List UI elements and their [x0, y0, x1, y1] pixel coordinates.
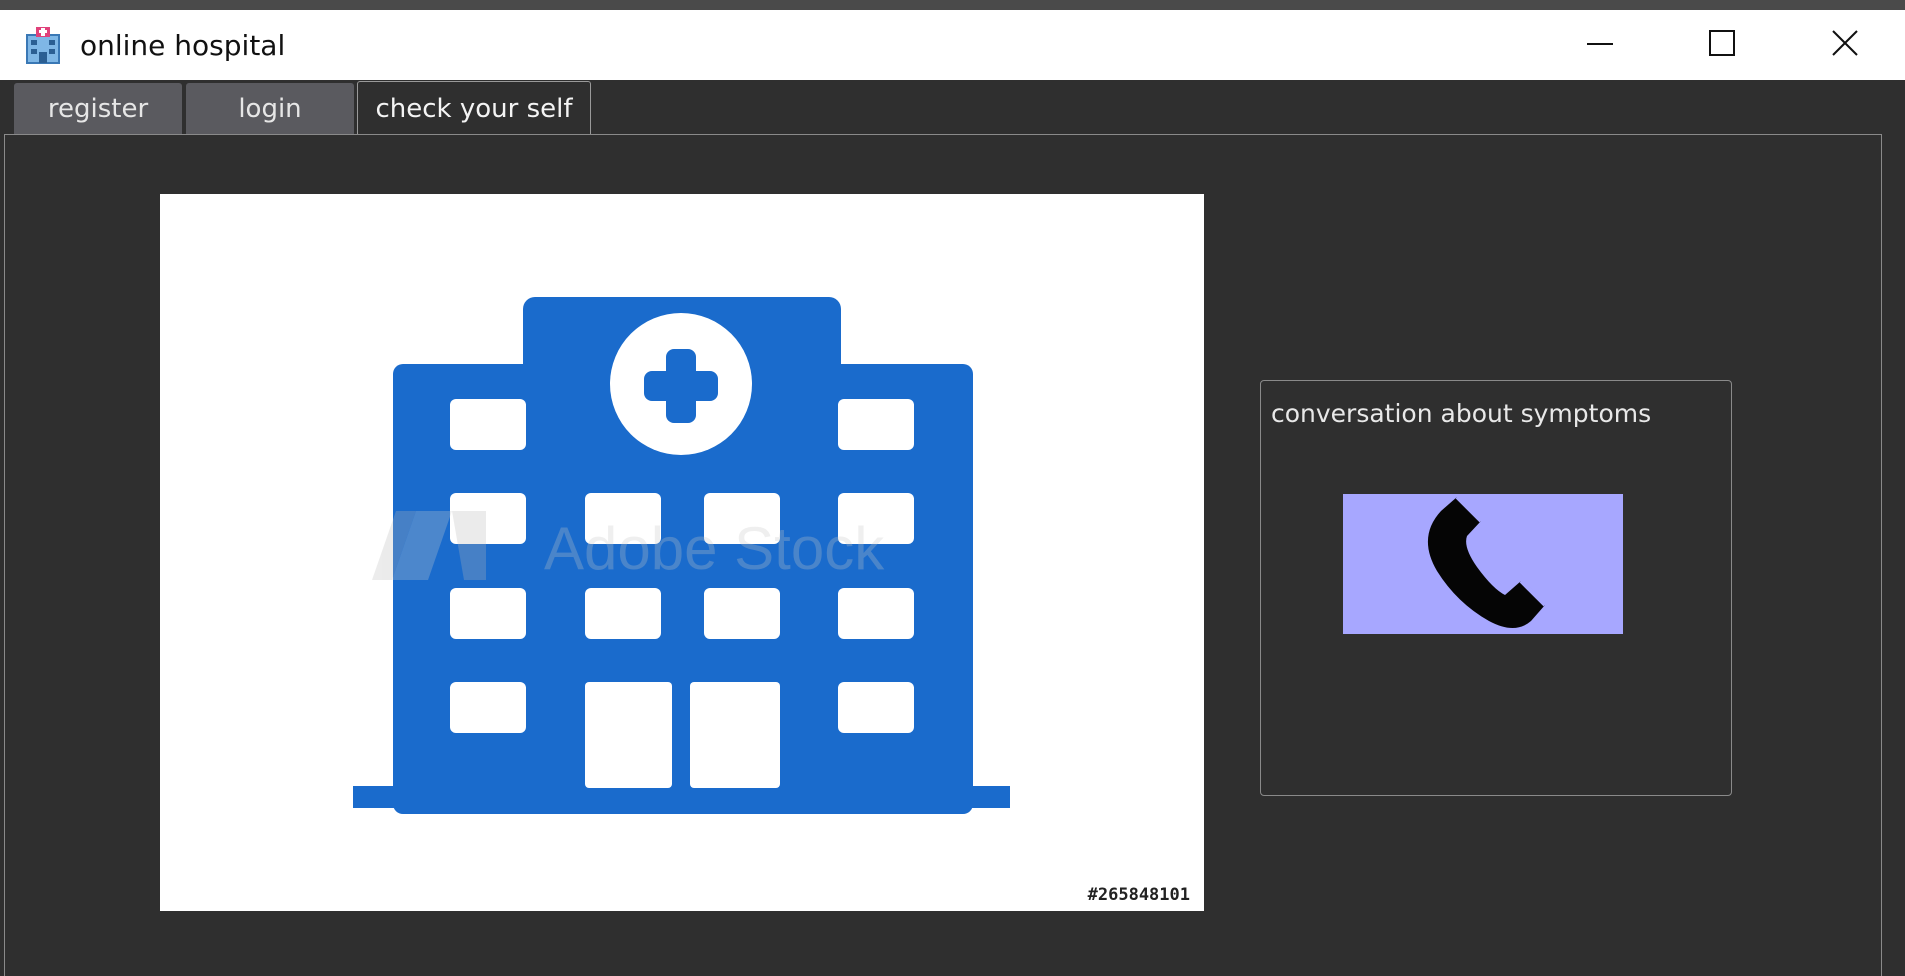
hospital-building-icon: Adobe Stock [353, 297, 1010, 814]
hospital-image: Adobe Stock #265848101 [160, 194, 1204, 911]
title-bar[interactable]: online hospital [0, 10, 1905, 81]
minimize-icon [1585, 28, 1615, 62]
window-top-border [0, 0, 1905, 10]
minimize-button[interactable] [1540, 10, 1660, 80]
close-button[interactable] [1785, 10, 1905, 80]
tab-check-your-self[interactable]: check your self [357, 81, 591, 136]
tab-register-label: register [47, 93, 149, 124]
close-icon [1830, 28, 1860, 62]
hospital-app-icon [24, 25, 62, 65]
watermark-text: Adobe Stock [544, 515, 885, 582]
conversation-title: conversation about symptoms [1271, 399, 1652, 428]
maximize-icon [1707, 28, 1737, 62]
tab-register[interactable]: register [14, 83, 182, 134]
tab-bar: register login check your self [0, 80, 1905, 136]
stock-id-label: #265848101 [1087, 885, 1190, 905]
tab-login[interactable]: login [186, 83, 354, 134]
window-title: online hospital [80, 29, 286, 62]
maximize-button[interactable] [1662, 10, 1782, 80]
conversation-groupbox: conversation about symptoms [1260, 380, 1732, 796]
phone-icon [1393, 493, 1573, 636]
call-button[interactable] [1343, 494, 1623, 634]
tab-check-your-self-label: check your self [375, 94, 573, 124]
tab-login-label: login [238, 93, 302, 124]
